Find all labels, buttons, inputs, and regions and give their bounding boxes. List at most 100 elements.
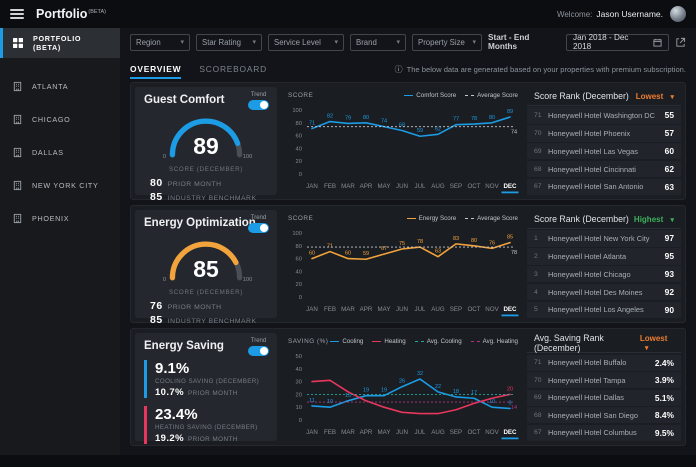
stat-value: 80 — [150, 177, 163, 189]
dropdown-label: Property Size — [418, 38, 465, 47]
svg-text:APR: APR — [360, 429, 373, 436]
sidebar-item-portfolio-beta[interactable]: PORTFOLIO (BETA) — [0, 28, 120, 58]
menu-icon[interactable] — [10, 9, 24, 19]
y-axis-label: SAVING (%) — [288, 338, 328, 345]
svg-text:19: 19 — [363, 388, 369, 394]
rank-number: 70 — [534, 377, 548, 384]
rank-number: 69 — [534, 394, 548, 401]
tab-overview[interactable]: OVERVIEW — [130, 64, 181, 79]
svg-text:80: 80 — [363, 115, 369, 121]
svg-text:82: 82 — [327, 114, 333, 120]
stat-row: 85INDUSTRY BENCHMARK — [150, 314, 268, 326]
sidebar-item-atlanta[interactable]: ATLANTA — [0, 70, 120, 103]
filter-dropdown-property-size[interactable]: Property Size▾ — [412, 34, 482, 51]
username-text: Jason Username. — [596, 9, 663, 19]
sidebar-item-new-york-city[interactable]: NEW YORK CITY — [0, 169, 120, 202]
chart-legend: Comfort ScoreAverage Score — [404, 92, 518, 99]
rank-row[interactable]: 3Honeywell Hotel Chicago93 — [527, 266, 681, 282]
rank-row[interactable]: 68Honeywell Hotel Cincinnati62 — [527, 161, 681, 177]
legend-item-average-score: Average Score — [465, 215, 518, 222]
building-icon — [12, 114, 23, 125]
date-range-input[interactable]: Jan 2018 - Dec 2018 — [566, 34, 669, 51]
rank-row[interactable]: 5Honeywell Hotel Los Angeles90 — [527, 302, 681, 318]
filter-dropdown-brand[interactable]: Brand▾ — [350, 34, 406, 51]
avatar[interactable] — [670, 6, 686, 22]
stat-label: PRIOR MONTH — [168, 181, 222, 188]
rank-row[interactable]: 4Honeywell Hotel Des Moines92 — [527, 284, 681, 300]
rank-value: 63 — [665, 182, 674, 192]
rank-row[interactable]: 69Honeywell Hotel Dallas5.1% — [527, 390, 681, 406]
rank-number: 71 — [534, 112, 548, 119]
hotel-name: Honeywell Hotel San Antonio — [548, 182, 661, 191]
svg-text:14: 14 — [511, 405, 517, 411]
svg-text:AUG: AUG — [431, 306, 445, 313]
subscription-note: ⓘ The below data are generated based on … — [395, 64, 686, 79]
svg-text:83: 83 — [453, 236, 459, 242]
svg-text:JUL: JUL — [414, 429, 426, 436]
rank-value: 9.5% — [655, 428, 674, 438]
svg-text:JAN: JAN — [306, 306, 318, 313]
svg-text:SEP: SEP — [450, 183, 462, 190]
stat-value: 76 — [150, 300, 163, 312]
sidebar-item-chicago[interactable]: CHICAGO — [0, 103, 120, 136]
rank-sort-toggle[interactable]: Lowest ▾ — [640, 334, 674, 352]
filter-dropdown-region[interactable]: Region▾ — [130, 34, 190, 51]
y-axis-label: SCORE — [288, 215, 313, 222]
svg-text:0: 0 — [299, 172, 302, 178]
rank-row[interactable]: 71Honeywell Hotel Buffalo2.4% — [527, 355, 681, 371]
rank-row[interactable]: 1Honeywell Hotel New York City97 — [527, 230, 681, 246]
export-icon[interactable] — [675, 37, 686, 48]
sidebar-item-phoenix[interactable]: PHOENIX — [0, 202, 120, 235]
saving-metric-heating-saving-december: 23.4%HEATING SAVING (DECEMBER)19.2%PRIOR… — [144, 406, 268, 444]
rank-row[interactable]: 71Honeywell Hotel Washington DC55 — [527, 107, 681, 123]
svg-text:77: 77 — [453, 117, 459, 123]
rank-row[interactable]: 68Honeywell Hotel San Diego8.4% — [527, 407, 681, 423]
rank-title: Score Rank (December) — [534, 214, 629, 224]
building-icon — [12, 213, 23, 224]
svg-text:74: 74 — [381, 119, 387, 125]
trend-toggle[interactable] — [248, 346, 269, 356]
dashboard-row-energy-saving: Energy SavingTrend9.1%COOLING SAVING (DE… — [130, 328, 686, 446]
filter-dropdown-star-rating[interactable]: Star Rating▾ — [196, 34, 262, 51]
filter-dropdown-service-level[interactable]: Service Level▾ — [268, 34, 344, 51]
rank-row[interactable]: 69Honeywell Hotel Las Vegas60 — [527, 143, 681, 159]
rank-row[interactable]: 70Honeywell Hotel Phoenix57 — [527, 125, 681, 141]
score-gauge: 850100 — [153, 230, 259, 287]
rank-row[interactable]: 67Honeywell Hotel San Antonio63 — [527, 179, 681, 195]
svg-text:40: 40 — [296, 367, 302, 373]
rank-sort-toggle[interactable]: Highest ▾ — [634, 215, 674, 224]
hotel-name: Honeywell Hotel Washington DC — [548, 111, 661, 120]
prior-label: PRIOR MONTH — [188, 390, 238, 397]
svg-text:40: 40 — [296, 269, 302, 275]
tab-scoreboard[interactable]: SCOREBOARD — [199, 64, 267, 79]
svg-text:60: 60 — [296, 134, 302, 140]
rank-value: 90 — [665, 305, 674, 315]
svg-text:AUG: AUG — [431, 183, 445, 190]
rank-value: 57 — [665, 128, 674, 138]
sidebar-item-dallas[interactable]: DALLAS — [0, 136, 120, 169]
svg-text:FEB: FEB — [324, 183, 336, 190]
rank-row[interactable]: 2Honeywell Hotel Atlanta95 — [527, 248, 681, 264]
svg-text:SEP: SEP — [450, 306, 462, 313]
footer-bar — [0, 455, 696, 467]
rank-value: 95 — [665, 251, 674, 261]
rank-row[interactable]: 70Honeywell Hotel Tampa3.9% — [527, 372, 681, 388]
svg-text:26: 26 — [399, 379, 405, 385]
legend-item-comfort-score: Comfort Score — [404, 92, 456, 99]
dropdown-label: Star Rating — [202, 38, 241, 47]
rank-panel: Score Rank (December)Lowest ▾71Honeywell… — [527, 87, 681, 195]
prior-label: PRIOR MONTH — [188, 436, 238, 443]
trend-toggle[interactable] — [248, 100, 269, 110]
prior-value: 10.7% — [155, 387, 184, 398]
svg-text:0: 0 — [299, 418, 302, 424]
date-range-label: Start - End Months — [488, 33, 560, 51]
dashboard-row-guest-comfort: Guest ComfortTrend890100SCORE (DECEMBER)… — [130, 82, 686, 200]
gauge-wrap: 850100 — [144, 230, 268, 292]
trend-chart-panel: SCOREComfort ScoreAverage Score020406080… — [282, 87, 522, 195]
svg-text:89: 89 — [507, 109, 513, 115]
rank-sort-toggle[interactable]: Lowest ▾ — [636, 92, 674, 101]
trend-toggle[interactable] — [248, 223, 269, 233]
rank-number: 71 — [534, 359, 548, 366]
rank-row[interactable]: 67Honeywell Hotel Columbus9.5% — [527, 425, 681, 441]
score-gauge: 890100 — [153, 107, 259, 164]
